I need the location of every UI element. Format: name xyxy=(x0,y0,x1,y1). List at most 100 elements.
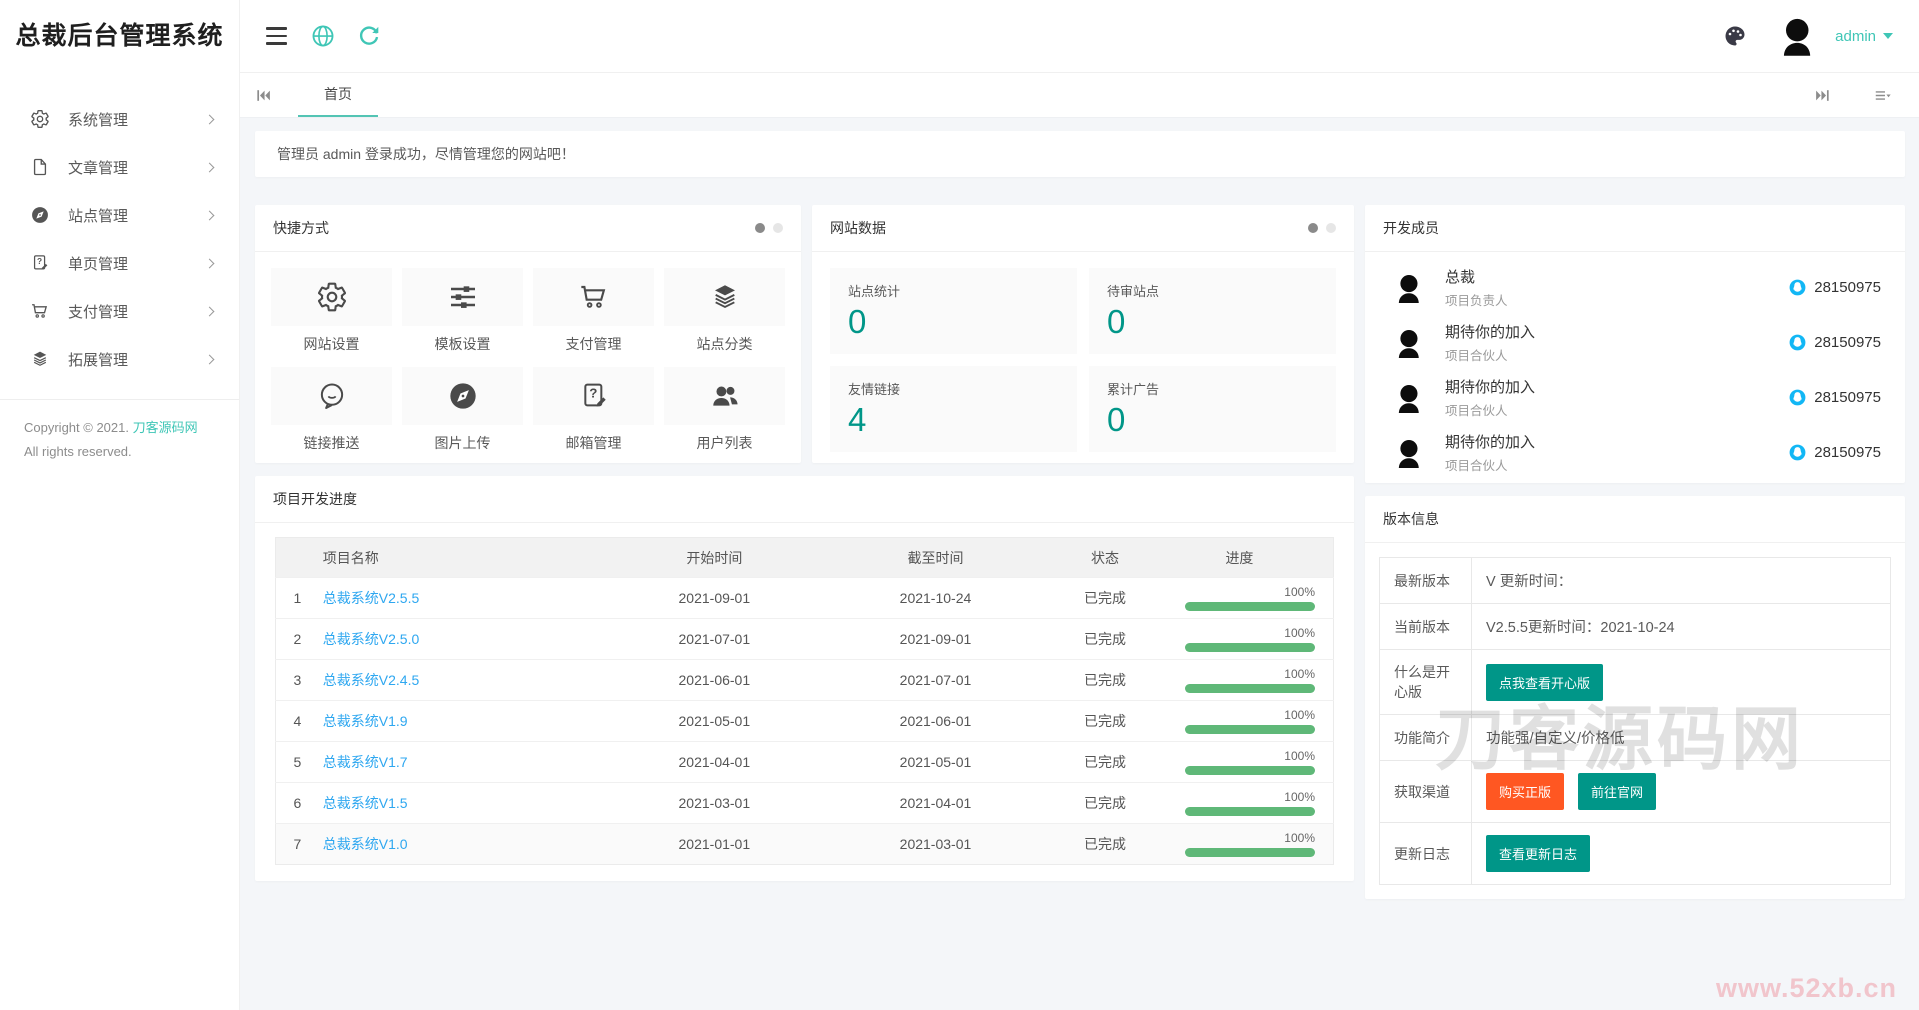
sidebar-footer: Copyright © 2021. 刀客源码网 All rights reser… xyxy=(0,399,239,480)
qq-contact[interactable]: 28150975 xyxy=(1788,333,1881,352)
sidebar-item-label: 系统管理 xyxy=(68,111,129,129)
column-header-progress: 进度 xyxy=(1163,537,1334,578)
official-site-button[interactable]: 前往官网 xyxy=(1578,773,1657,810)
project-link[interactable]: 总裁系统V2.5.0 xyxy=(323,631,419,647)
column-header-start: 开始时间 xyxy=(603,537,825,578)
carousel-dot[interactable] xyxy=(773,223,783,233)
start-date: 2021-05-01 xyxy=(603,700,825,742)
qq-contact[interactable]: 28150975 xyxy=(1788,278,1881,297)
stat-card-links: 友情链接 4 xyxy=(830,366,1077,452)
member-role: 项目合伙人 xyxy=(1445,459,1508,473)
cart-icon xyxy=(579,285,605,308)
carousel-dot-active[interactable] xyxy=(755,223,765,233)
stat-label: 友情链接 xyxy=(848,382,901,397)
shortcut-payment[interactable]: 支付管理 xyxy=(533,268,654,354)
row-index: 2 xyxy=(275,618,319,660)
globe-icon[interactable] xyxy=(310,23,336,49)
shortcut-template-settings[interactable]: 模板设置 xyxy=(402,268,523,354)
avatar xyxy=(1389,269,1427,307)
progress-percent: 100% xyxy=(1284,708,1315,722)
shortcut-site-category[interactable]: 站点分类 xyxy=(664,268,785,354)
gear-icon xyxy=(317,282,346,312)
stat-card-sites: 站点统计 0 xyxy=(830,268,1077,354)
progress-percent: 100% xyxy=(1284,831,1315,845)
member-row: 总裁 项目负责人 28150975 xyxy=(1389,260,1881,315)
panel-title: 网站数据 xyxy=(830,220,886,236)
shortcut-site-settings[interactable]: 网站设置 xyxy=(271,268,392,354)
buy-genuine-button[interactable]: 购买正版 xyxy=(1486,773,1565,810)
carousel-dot[interactable] xyxy=(1326,223,1336,233)
refresh-icon[interactable] xyxy=(356,23,382,49)
scroll-tabs-left-icon[interactable] xyxy=(240,73,286,117)
row-index: 6 xyxy=(275,782,319,824)
column-header-end: 截至时间 xyxy=(824,537,1047,578)
qq-number: 28150975 xyxy=(1814,389,1881,406)
row-index: 5 xyxy=(275,741,319,783)
view-happy-version-button[interactable]: 点我查看开心版 xyxy=(1486,663,1604,701)
app-title: 总裁后台管理系统 xyxy=(15,23,224,50)
start-date: 2021-03-01 xyxy=(603,782,825,824)
sidebar-item-label: 支付管理 xyxy=(68,303,129,321)
qq-icon xyxy=(1789,334,1806,351)
carousel-dot-active[interactable] xyxy=(1308,223,1318,233)
avatar xyxy=(1389,434,1427,472)
member-role: 项目合伙人 xyxy=(1445,404,1508,418)
sidebar-item-system[interactable]: 系统管理 xyxy=(0,95,239,143)
sidebar-item-sites[interactable]: 站点管理 xyxy=(0,191,239,239)
start-date: 2021-01-01 xyxy=(603,823,825,865)
project-link[interactable]: 总裁系统V1.7 xyxy=(323,754,408,770)
member-role: 项目负责人 xyxy=(1445,294,1508,308)
welcome-banner: 管理员 admin 登录成功，尽情管理您的网站吧！ xyxy=(255,131,1905,177)
compass-icon xyxy=(30,205,50,225)
chevron-right-icon xyxy=(204,162,215,172)
menu-toggle-icon[interactable] xyxy=(266,23,290,49)
end-date: 2021-03-01 xyxy=(824,823,1047,865)
user-menu[interactable]: admin xyxy=(1835,28,1893,45)
page-question-icon xyxy=(30,253,50,273)
project-link[interactable]: 总裁系统V1.9 xyxy=(323,713,408,729)
member-row: 期待你的加入 项目合伙人 28150975 xyxy=(1389,425,1881,480)
project-link[interactable]: 总裁系统V2.4.5 xyxy=(323,672,419,688)
version-row-label: 当前版本 xyxy=(1379,603,1472,650)
member-row: 期待你的加入 项目合伙人 28150975 xyxy=(1389,370,1881,425)
chevron-right-icon xyxy=(204,354,215,364)
project-link[interactable]: 总裁系统V1.0 xyxy=(323,836,408,852)
shortcut-label: 支付管理 xyxy=(565,336,622,352)
shortcut-user-list[interactable]: 用户列表 xyxy=(664,367,785,453)
cart-icon xyxy=(30,301,50,321)
copyright-link[interactable]: 刀客源码网 xyxy=(133,420,198,435)
scroll-tabs-right-icon[interactable] xyxy=(1799,87,1845,104)
shortcut-link-push[interactable]: 链接推送 xyxy=(271,367,392,453)
sidebar-item-payment[interactable]: 支付管理 xyxy=(0,287,239,335)
shortcut-image-upload[interactable]: 图片上传 xyxy=(402,367,523,453)
avatar[interactable] xyxy=(1771,11,1821,61)
tab-options-icon[interactable] xyxy=(1859,87,1905,104)
qq-number: 28150975 xyxy=(1814,444,1881,461)
shortcut-mailbox[interactable]: 邮箱管理 xyxy=(533,367,654,453)
tab-bar: 首页 xyxy=(240,73,1919,118)
panel-title: 开发成员 xyxy=(1383,220,1439,236)
theme-palette-icon[interactable] xyxy=(1723,24,1747,48)
table-row: 5 总裁系统V1.7 2021-04-01 2021-05-01 已完成 100… xyxy=(275,741,1334,783)
qq-contact[interactable]: 28150975 xyxy=(1788,388,1881,407)
shortcut-label: 邮箱管理 xyxy=(565,435,622,451)
project-link[interactable]: 总裁系统V1.5 xyxy=(323,795,408,811)
sidebar-item-articles[interactable]: 文章管理 xyxy=(0,143,239,191)
top-header: admin xyxy=(240,0,1919,73)
stat-value: 0 xyxy=(1107,303,1126,340)
dev-members-panel: 开发成员 总裁 项目负责人 28150975 期待你的加入 项目合伙人 2815… xyxy=(1365,205,1905,483)
chevron-right-icon xyxy=(204,306,215,316)
qq-contact[interactable]: 28150975 xyxy=(1788,443,1881,462)
panel-title: 版本信息 xyxy=(1383,511,1439,527)
sidebar-item-pages[interactable]: 单页管理 xyxy=(0,239,239,287)
chevron-right-icon xyxy=(204,210,215,220)
shortcut-label: 站点分类 xyxy=(696,336,753,352)
projects-table: 项目名称 开始时间 截至时间 状态 进度 1 总裁系统V2.5.5 2021-0… xyxy=(275,537,1334,865)
tab-home[interactable]: 首页 xyxy=(298,73,378,117)
project-link[interactable]: 总裁系统V2.5.5 xyxy=(323,590,419,606)
sidebar-item-extensions[interactable]: 拓展管理 xyxy=(0,335,239,383)
view-changelog-button[interactable]: 查看更新日志 xyxy=(1486,835,1591,872)
table-row: 2 总裁系统V2.5.0 2021-07-01 2021-09-01 已完成 1… xyxy=(275,618,1334,660)
features-value: 功能强/自定义/价格低 xyxy=(1471,714,1891,761)
table-row: 6 总裁系统V1.5 2021-03-01 2021-04-01 已完成 100… xyxy=(275,782,1334,824)
